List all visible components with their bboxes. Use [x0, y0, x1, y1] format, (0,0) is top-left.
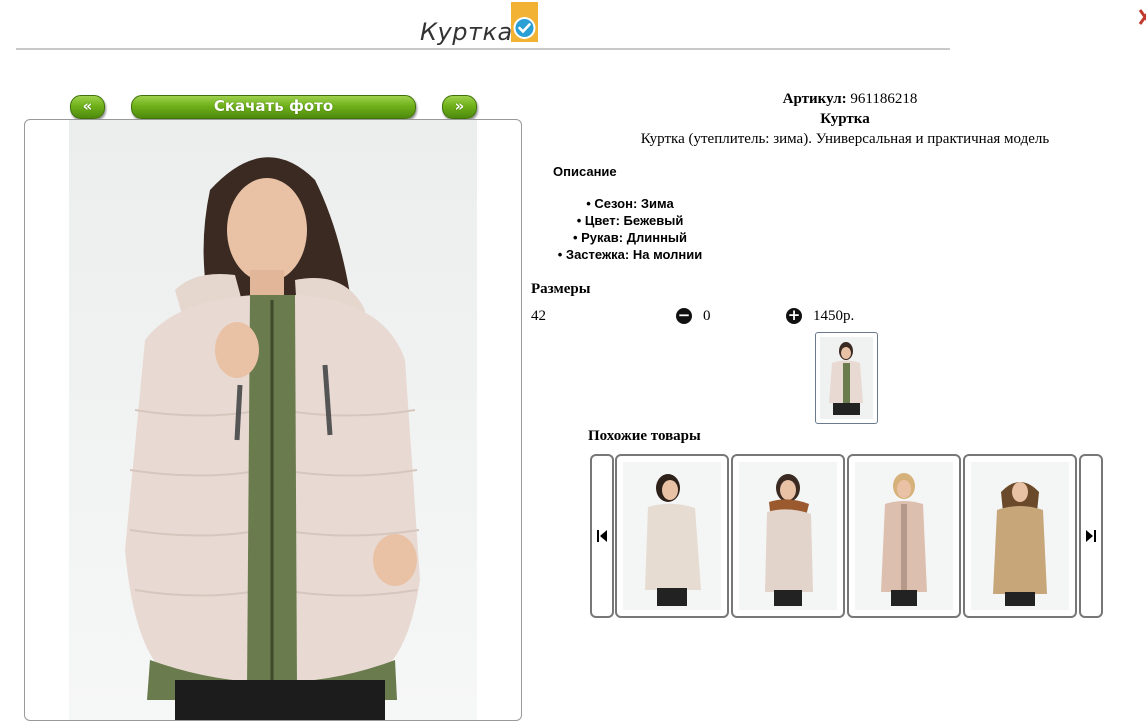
article-value: 961186218 — [850, 91, 918, 107]
similar-item[interactable] — [615, 454, 729, 618]
main-photo[interactable] — [24, 119, 522, 721]
price-value: 1450р. — [813, 308, 855, 324]
close-icon[interactable] — [1138, 2, 1146, 32]
similar-item-image — [881, 473, 927, 606]
carousel-first-button[interactable] — [590, 454, 614, 618]
skip-first-icon — [597, 530, 607, 542]
similar-item[interactable] — [731, 454, 845, 618]
similar-item-image — [645, 474, 701, 606]
attribute-sleeve: Рукав: Длинный — [500, 229, 760, 246]
similar-item[interactable] — [847, 454, 961, 618]
article-number: Артикул: 961186218 — [730, 91, 970, 108]
thumbnail-image — [820, 337, 873, 419]
similar-products-heading: Похожие товары — [588, 428, 701, 444]
skip-last-icon — [1086, 530, 1096, 542]
attributes-list: Сезон: Зима Цвет: Бежевый Рукав: Длинный… — [500, 195, 760, 263]
size-value: 42 — [531, 308, 546, 324]
photo-thumbnail[interactable] — [815, 332, 878, 424]
sizes-heading: Размеры — [531, 281, 591, 297]
next-photo-button[interactable]: » — [442, 95, 477, 119]
attribute-fastener: Застежка: На молнии — [500, 246, 760, 263]
check-circle-icon — [511, 2, 538, 42]
product-name: Куртка — [820, 111, 870, 127]
product-description: Куртка (утеплитель: зима). Универсальная… — [640, 131, 1050, 147]
title-divider — [16, 48, 950, 50]
attribute-color: Цвет: Бежевый — [500, 212, 760, 229]
similar-item[interactable] — [963, 454, 1077, 618]
similar-item-image — [765, 474, 813, 606]
description-heading: Описание — [553, 164, 617, 179]
page-title: Куртка — [420, 18, 513, 46]
similar-item-image — [993, 482, 1047, 606]
download-photo-button[interactable]: Скачать фото — [131, 95, 416, 119]
prev-photo-button[interactable]: « — [70, 95, 105, 119]
attribute-season: Сезон: Зима — [500, 195, 760, 212]
minus-circle-icon[interactable]: − — [676, 308, 692, 324]
carousel-last-button[interactable] — [1079, 454, 1103, 618]
product-photo-image — [125, 157, 420, 720]
plus-circle-icon[interactable]: + — [786, 308, 802, 324]
quantity-value: 0 — [703, 308, 711, 324]
article-label: Артикул: — [782, 91, 847, 107]
